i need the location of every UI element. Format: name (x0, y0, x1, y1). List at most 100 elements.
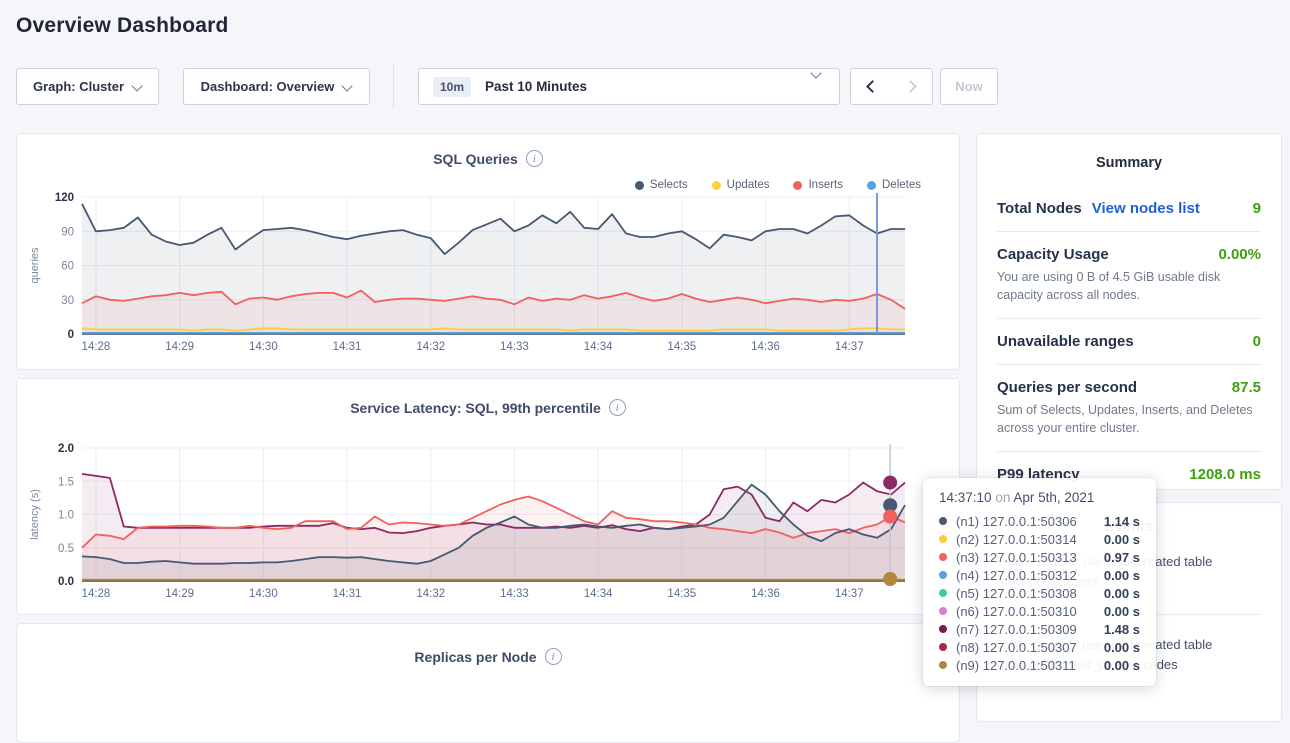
summary-description: Sum of Selects, Updates, Inserts, and De… (997, 402, 1261, 437)
svg-text:0.5: 0.5 (58, 543, 74, 555)
svg-text:0.0: 0.0 (58, 576, 74, 588)
legend-item-updates[interactable]: Updates (712, 179, 770, 191)
info-icon[interactable]: i (609, 399, 626, 416)
svg-text:14:33: 14:33 (500, 588, 529, 600)
node-latency: 0.97 s (1104, 550, 1140, 565)
chart-title: SQL Queries (433, 151, 518, 167)
svg-text:14:35: 14:35 (667, 588, 696, 600)
summary-title: Summary (977, 155, 1281, 171)
series-dot (939, 553, 947, 561)
node-latency: 0.00 s (1104, 604, 1140, 619)
chevron-left-icon (866, 80, 879, 93)
tooltip-row: (n8) 127.0.0.1:503070.00 s (939, 638, 1140, 656)
node-address: (n2) 127.0.0.1:50314 (956, 532, 1077, 547)
svg-text:14:36: 14:36 (751, 341, 780, 353)
svg-text:14:32: 14:32 (416, 341, 445, 353)
tooltip-row: (n5) 127.0.0.1:503080.00 s (939, 584, 1140, 602)
svg-text:1.5: 1.5 (58, 476, 74, 488)
summary-description: You are using 0 B of 4.5 GiB usable disk… (997, 269, 1261, 304)
svg-text:14:31: 14:31 (333, 588, 362, 600)
node-address: (n5) 127.0.0.1:50308 (956, 586, 1077, 601)
time-range-dropdown[interactable]: 10m Past 10 Minutes (418, 68, 840, 105)
time-range-badge: 10m (433, 77, 471, 97)
svg-text:2.0: 2.0 (58, 443, 74, 455)
summary-row-unavailable: Unavailable ranges 0 (997, 333, 1261, 350)
chart-title: Replicas per Node (414, 649, 536, 665)
svg-text:1.0: 1.0 (58, 510, 74, 522)
divider (997, 364, 1261, 365)
service-latency-card: Service Latency: SQL, 99th percentile i … (16, 378, 960, 615)
chevron-down-icon (812, 67, 821, 76)
page-title: Overview Dashboard (16, 14, 229, 38)
replicas-per-node-card: Replicas per Node i (16, 623, 960, 743)
summary-row-capacity: Capacity Usage 0.00% (997, 246, 1261, 263)
tooltip-time: 14:37:10 (939, 490, 992, 505)
sql-queries-chart[interactable]: 14:2814:2914:3014:3114:3214:3314:3414:35… (18, 191, 959, 365)
divider (997, 451, 1261, 452)
legend-item-deletes[interactable]: Deletes (867, 179, 921, 191)
tooltip-row: (n2) 127.0.0.1:503140.00 s (939, 530, 1140, 548)
svg-text:30: 30 (61, 295, 74, 307)
summary-value: 0.00% (1218, 246, 1261, 263)
chart-legend: Selects Updates Inserts Deletes (635, 179, 921, 191)
svg-text:latency (s): latency (s) (29, 489, 41, 540)
node-address: (n6) 127.0.0.1:50310 (956, 604, 1077, 619)
node-address: (n4) 127.0.0.1:50312 (956, 568, 1077, 583)
node-address: (n3) 127.0.0.1:50313 (956, 550, 1077, 565)
divider (997, 318, 1261, 319)
summary-value: 9 (1253, 200, 1261, 217)
tooltip-row: (n1) 127.0.0.1:50306 1.14 s (939, 512, 1140, 530)
legend-item-inserts[interactable]: Inserts (793, 179, 843, 191)
info-icon[interactable]: i (526, 150, 543, 167)
toolbar-divider (393, 64, 394, 109)
chevron-down-icon (343, 80, 352, 89)
time-range-label: Past 10 Minutes (485, 79, 587, 94)
legend-label: Inserts (808, 179, 843, 191)
tooltip-row: (n6) 127.0.0.1:50310 0.00 s (939, 602, 1140, 620)
summary-row-qps: Queries per second 87.5 (997, 379, 1261, 396)
node-latency: 0.00 s (1104, 658, 1140, 673)
tooltip-row: (n4) 127.0.0.1:503120.00 s (939, 566, 1140, 584)
legend-dot (793, 181, 802, 190)
svg-text:120: 120 (55, 192, 74, 204)
node-latency: 1.14 s (1104, 514, 1140, 529)
legend-label: Selects (650, 179, 688, 191)
graph-dropdown-label: Graph: Cluster (33, 79, 124, 94)
svg-text:90: 90 (61, 226, 74, 238)
info-icon[interactable]: i (545, 648, 562, 665)
now-button[interactable]: Now (940, 68, 998, 105)
svg-text:14:29: 14:29 (165, 588, 194, 600)
svg-text:14:37: 14:37 (835, 588, 864, 600)
chart-title: Service Latency: SQL, 99th percentile (350, 400, 601, 416)
summary-label: Capacity Usage (997, 246, 1109, 263)
legend-item-selects[interactable]: Selects (635, 179, 688, 191)
service-latency-chart[interactable]: 14:2814:2914:3014:3114:3214:3314:3414:35… (18, 437, 959, 611)
svg-text:14:37: 14:37 (835, 341, 864, 353)
now-button-label: Now (955, 79, 982, 94)
svg-text:queries: queries (29, 247, 41, 284)
chevron-down-icon (133, 80, 142, 89)
summary-label: Unavailable ranges (997, 333, 1134, 350)
svg-text:14:34: 14:34 (584, 341, 613, 353)
node-latency: 0.00 s (1104, 640, 1140, 655)
tooltip-row: (n7) 127.0.0.1:503091.48 s (939, 620, 1140, 638)
legend-label: Deletes (882, 179, 921, 191)
svg-text:14:31: 14:31 (333, 341, 362, 353)
view-nodes-list-link[interactable]: View nodes list (1092, 200, 1200, 217)
svg-text:14:30: 14:30 (249, 588, 278, 600)
summary-label: Total Nodes (997, 200, 1082, 217)
next-range-button[interactable] (891, 68, 933, 105)
graph-dropdown[interactable]: Graph: Cluster (16, 68, 159, 105)
tooltip-row: (n9) 127.0.0.1:503110.00 s (939, 656, 1140, 674)
legend-label: Updates (727, 179, 770, 191)
series-dot (939, 571, 947, 579)
series-dot (939, 643, 947, 651)
node-address: (n1) 127.0.0.1:50306 (956, 514, 1077, 529)
chart-hover-tooltip: 14:37:10 on Apr 5th, 2021 (n1) 127.0.0.1… (923, 478, 1156, 686)
tooltip-on: on (995, 490, 1010, 505)
series-dot (939, 535, 947, 543)
previous-range-button[interactable] (850, 68, 892, 105)
dashboard-dropdown[interactable]: Dashboard: Overview (183, 68, 370, 105)
node-address: (n7) 127.0.0.1:50309 (956, 622, 1077, 637)
svg-text:14:28: 14:28 (82, 341, 111, 353)
